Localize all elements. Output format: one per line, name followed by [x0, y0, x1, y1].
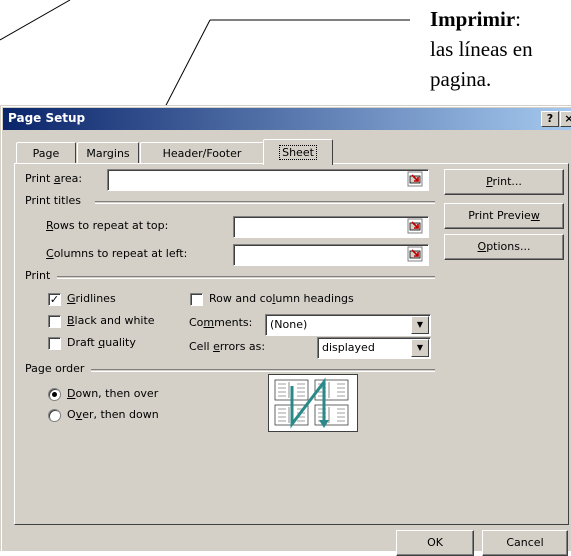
over-then-down-label: Over, then down [67, 408, 159, 421]
rows-to-repeat-label: Rows to repeat at top: [46, 219, 169, 232]
columns-to-repeat-label: Columns to repeat at left: [46, 247, 188, 260]
black-and-white-checkbox[interactable] [48, 315, 61, 328]
annotation-line-3: pagina. [430, 67, 492, 91]
comments-select[interactable]: (None) ▼ [265, 314, 431, 336]
cell-errors-label: Cell errors as: [189, 340, 266, 353]
gridlines-label: Gridlines [67, 292, 116, 305]
cancel-button[interactable]: Cancel [482, 530, 568, 556]
black-and-white-label: Black and white [67, 314, 155, 327]
page-order-divider [91, 369, 435, 372]
print-area-label: Print area: [25, 172, 83, 185]
print-button[interactable]: Print... [444, 169, 564, 195]
tab-margins[interactable]: Margins [77, 142, 139, 164]
down-then-over-label: Down, then over [67, 387, 159, 400]
page-order-illustration [268, 374, 358, 432]
comments-label: Comments: [189, 316, 253, 329]
print-titles-divider [95, 201, 435, 204]
dialog-title: Page Setup [8, 111, 86, 125]
tab-sheet[interactable]: Sheet [263, 139, 333, 165]
cell-errors-select[interactable]: displayed ▼ [317, 337, 431, 359]
annotation-line-2: las líneas en [430, 37, 533, 61]
title-bar: Page Setup ? × [3, 108, 571, 130]
page-setup-dialog: Page Setup ? × Page Margins Header/Foote… [0, 105, 571, 556]
collapse-dialog-icon[interactable] [407, 218, 423, 234]
chevron-down-icon[interactable]: ▼ [411, 316, 429, 334]
help-button[interactable]: ? [541, 111, 559, 127]
collapse-dialog-icon[interactable] [407, 171, 423, 187]
draft-quality-checkbox[interactable] [48, 337, 61, 350]
collapse-dialog-icon[interactable] [407, 246, 423, 262]
rows-to-repeat-input[interactable] [233, 216, 429, 238]
row-column-headings-label: Row and column headings [209, 292, 354, 305]
over-then-down-radio [48, 409, 61, 422]
print-area-input[interactable] [107, 169, 429, 191]
chevron-down-icon[interactable]: ▼ [411, 339, 429, 357]
row-column-headings-checkbox[interactable] [190, 293, 203, 306]
close-button[interactable]: × [560, 111, 571, 127]
print-divider [57, 276, 435, 279]
print-preview-button[interactable]: Print Preview [444, 203, 564, 229]
print-titles-group-label: Print titles [25, 194, 82, 207]
annotation-line-1: Imprimir: [430, 7, 521, 31]
draft-quality-label: Draft quality [67, 336, 136, 349]
down-then-over-radio[interactable] [48, 388, 61, 401]
ok-button[interactable]: OK [396, 530, 474, 556]
tab-header-footer[interactable]: Header/Footer [140, 142, 264, 164]
columns-to-repeat-input[interactable] [233, 244, 429, 266]
options-button[interactable]: Options... [444, 234, 564, 260]
gridlines-checkbox[interactable]: ✓ [48, 293, 61, 306]
tab-page[interactable]: Page [16, 142, 76, 164]
print-group-label: Print [25, 269, 51, 282]
page-order-group-label: Page order [25, 362, 85, 375]
